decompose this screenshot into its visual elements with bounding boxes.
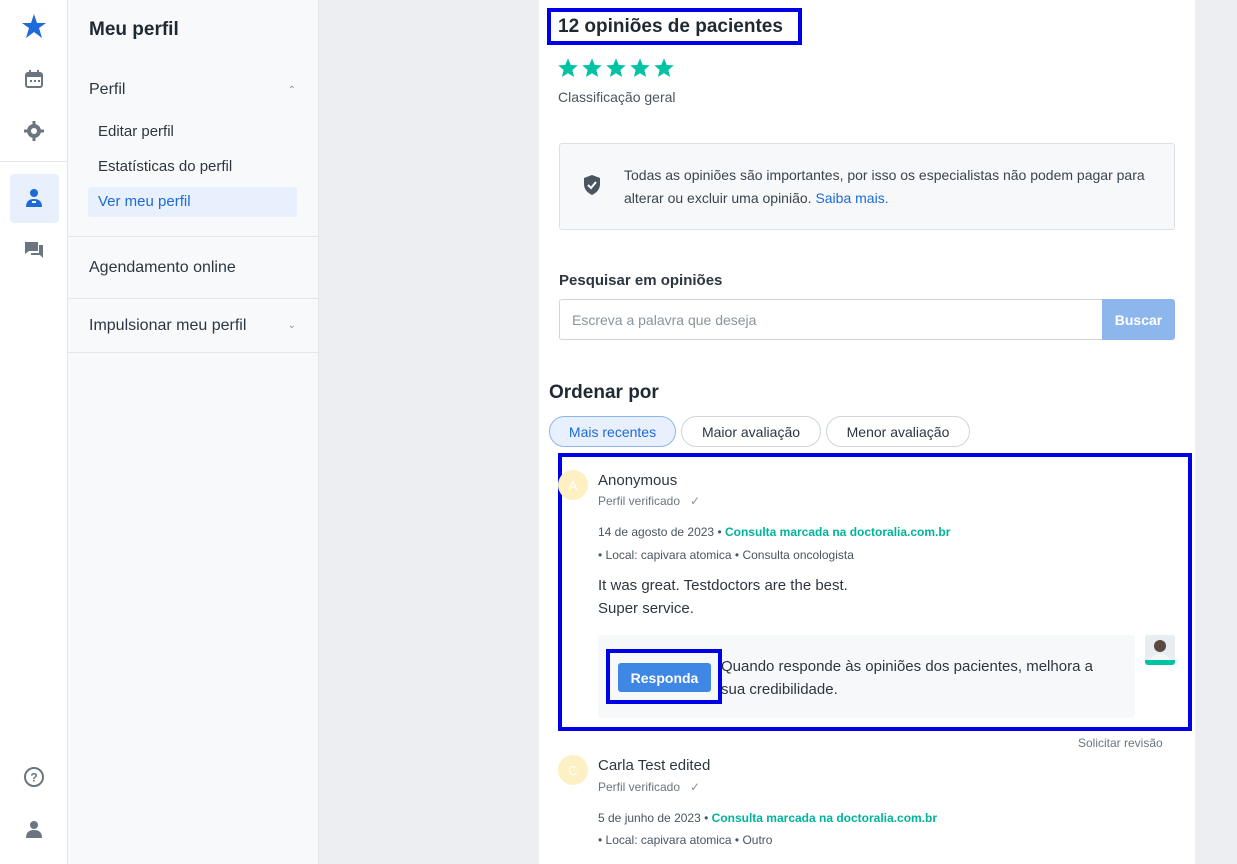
review-meta: 14 de agosto de 2023 • Consulta marcada … bbox=[598, 525, 951, 539]
reviewer-name: Anonymous bbox=[598, 472, 678, 489]
svg-text:?: ? bbox=[30, 771, 37, 785]
rating-label: Classificação geral bbox=[558, 89, 676, 105]
sidebar-item-ver-meu-perfil[interactable]: Ver meu perfil bbox=[98, 193, 191, 210]
gear-icon[interactable] bbox=[0, 111, 68, 151]
review-text-line: Super service. bbox=[598, 600, 694, 617]
reviews-count-title: 12 opiniões de pacientes bbox=[558, 16, 783, 37]
review-date: 5 de junho de 2023 bbox=[598, 811, 701, 825]
chevron-up-icon[interactable]: ⌃ bbox=[288, 85, 296, 96]
reply-hint: Quando responde às opiniões dos paciente… bbox=[721, 658, 1093, 698]
star-icon bbox=[630, 58, 650, 77]
review-text: It was great. Testdoctors are the best. … bbox=[598, 574, 848, 620]
sidebar-section-perfil[interactable]: Perfil bbox=[89, 81, 125, 99]
sidebar-section-impulsionar[interactable]: Impulsionar meu perfil bbox=[89, 317, 246, 335]
review-meta: 5 de junho de 2023 • Consulta marcada na… bbox=[598, 811, 938, 825]
reviews-card: 12 opiniões de pacientes Classificação g… bbox=[539, 0, 1195, 864]
sidebar-section-agendamento[interactable]: Agendamento online bbox=[89, 259, 236, 277]
doctor-icon[interactable] bbox=[0, 178, 68, 218]
request-review-link[interactable]: Solicitar revisão bbox=[1078, 736, 1163, 750]
info-notice-text: Todas as opiniões são importantes, por i… bbox=[624, 164, 1164, 210]
reviewer-name: Carla Test edited bbox=[598, 757, 711, 774]
star-icon bbox=[654, 58, 674, 77]
search-button[interactable]: Buscar bbox=[1102, 299, 1175, 340]
sidebar-title: Meu perfil bbox=[89, 19, 179, 40]
rail-divider bbox=[0, 161, 68, 162]
verified-text: Perfil verificado bbox=[598, 780, 681, 794]
verified-label: Perfil verificado ✓ bbox=[598, 494, 700, 508]
sort-title: Ordenar por bbox=[549, 382, 659, 403]
review-date: 14 de agosto de 2023 bbox=[598, 525, 715, 539]
sort-lowest-button[interactable]: Menor avaliação bbox=[826, 416, 970, 447]
review-source: Consulta marcada na doctoralia.com.br bbox=[711, 811, 938, 825]
sidebar-item-estatisticas[interactable]: Estatísticas do perfil bbox=[98, 158, 232, 175]
help-icon[interactable]: ? bbox=[0, 757, 68, 797]
chat-icon[interactable] bbox=[0, 230, 68, 270]
sidebar-divider bbox=[68, 236, 318, 237]
sidebar-item-editar-perfil[interactable]: Editar perfil bbox=[98, 123, 174, 140]
doctor-avatar bbox=[1145, 635, 1175, 665]
check-icon: ✓ bbox=[690, 494, 701, 508]
sidebar-divider bbox=[68, 298, 318, 299]
star-rating bbox=[557, 57, 675, 79]
search-input[interactable] bbox=[559, 299, 1103, 340]
check-icon: ✓ bbox=[690, 780, 701, 794]
chevron-down-icon[interactable]: ⌄ bbox=[288, 320, 296, 331]
avatar: A bbox=[558, 470, 588, 500]
sidebar-divider bbox=[68, 352, 318, 353]
review-details: • Local: capivara atomica • Consulta onc… bbox=[598, 548, 854, 562]
verified-label: Perfil verificado ✓ bbox=[598, 780, 700, 794]
saiba-mais-link[interactable]: Saiba mais. bbox=[815, 190, 888, 206]
calendar-icon[interactable] bbox=[0, 59, 68, 99]
search-label: Pesquisar em opiniões bbox=[559, 272, 723, 289]
icon-rail: ? bbox=[0, 0, 68, 864]
info-notice: Todas as opiniões são importantes, por i… bbox=[559, 143, 1175, 230]
review-details: • Local: capivara atomica • Outro bbox=[598, 833, 773, 847]
star-icon bbox=[558, 58, 578, 77]
sort-highest-button[interactable]: Maior avaliação bbox=[681, 416, 821, 447]
verified-text: Perfil verificado bbox=[598, 494, 681, 508]
avatar: C bbox=[558, 755, 588, 785]
user-icon[interactable] bbox=[0, 809, 68, 849]
review-source: Consulta marcada na doctoralia.com.br bbox=[724, 525, 951, 539]
sort-most-recent-button[interactable]: Mais recentes bbox=[549, 416, 676, 447]
logo-icon[interactable] bbox=[0, 6, 68, 46]
shield-icon bbox=[582, 174, 602, 201]
profile-sidebar: Meu perfil Perfil ⌃ Editar perfil Estatí… bbox=[68, 0, 319, 864]
review-text-line: It was great. Testdoctors are the best. bbox=[598, 577, 848, 594]
star-icon bbox=[582, 58, 602, 77]
reply-button[interactable]: Responda bbox=[618, 663, 711, 692]
star-icon bbox=[606, 58, 626, 77]
